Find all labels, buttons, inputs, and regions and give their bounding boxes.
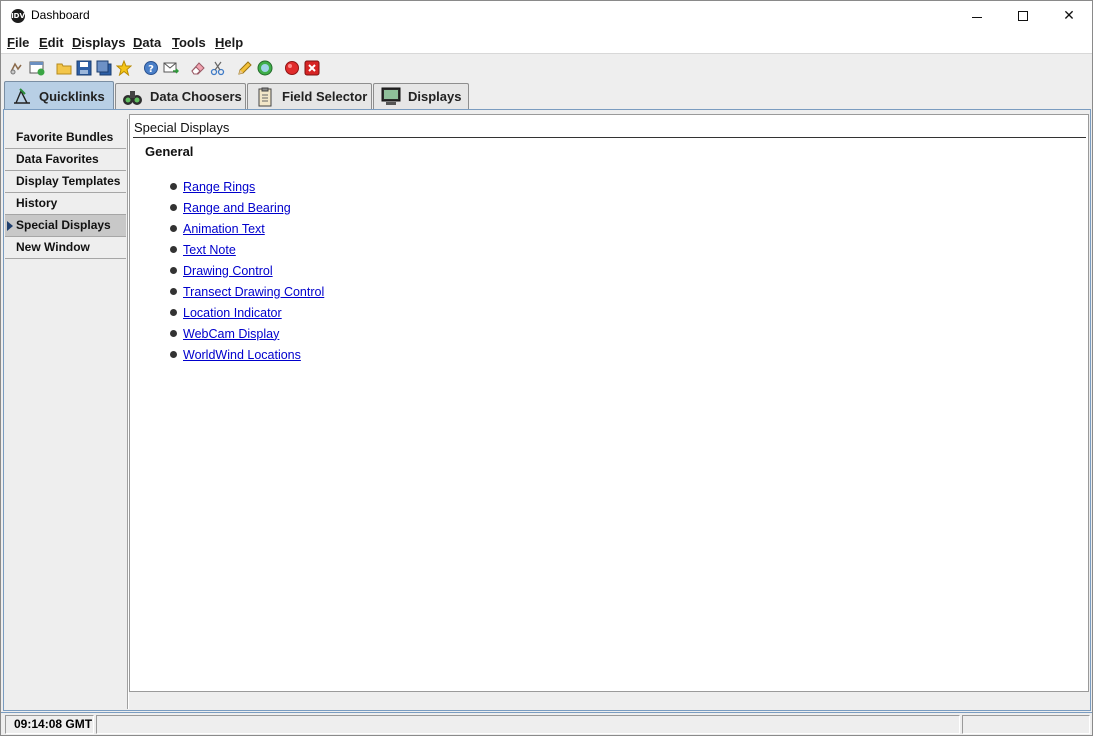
close-icon: ✕ <box>1063 8 1075 24</box>
link-transect-drawing-control[interactable]: Transect Drawing Control <box>183 285 324 299</box>
stop-icon[interactable] <box>304 60 320 76</box>
list-item: Drawing Control <box>170 260 324 281</box>
bullet-icon <box>170 309 177 316</box>
app-logo-icon: IDV <box>11 9 25 23</box>
menu-file[interactable]: File <box>7 35 29 50</box>
favorite-star-icon[interactable] <box>116 60 132 76</box>
menu-edit[interactable]: Edit <box>39 35 64 50</box>
globe-refresh-icon[interactable] <box>257 60 273 76</box>
pencil-icon[interactable] <box>237 60 253 76</box>
list-item: Range and Bearing <box>170 197 324 218</box>
application-window: IDV Dashboard ✕ File Edit Displays Data … <box>0 0 1093 736</box>
list-item: Transect Drawing Control <box>170 281 324 302</box>
sidebar-item-new-window[interactable]: New Window <box>5 237 126 259</box>
link-worldwind-locations[interactable]: WorldWind Locations <box>183 348 301 362</box>
bullet-icon <box>170 267 177 274</box>
clipboard-icon <box>254 87 276 107</box>
new-display-icon[interactable] <box>9 60 25 76</box>
open-folder-icon[interactable] <box>56 60 72 76</box>
maximize-icon <box>1018 11 1028 21</box>
bullet-icon <box>170 288 177 295</box>
link-range-and-bearing[interactable]: Range and Bearing <box>183 201 291 215</box>
record-icon[interactable] <box>284 60 300 76</box>
list-item: Range Rings <box>170 176 324 197</box>
sidebar-item-special-displays[interactable]: Special Displays <box>5 215 126 237</box>
link-range-rings[interactable]: Range Rings <box>183 180 255 194</box>
link-text-note[interactable]: Text Note <box>183 243 236 257</box>
add-window-icon[interactable] <box>29 60 45 76</box>
binoculars-icon <box>122 87 144 107</box>
menu-bar: File Edit Displays Data Tools Help <box>1 31 1092 54</box>
minimize-button[interactable] <box>954 1 1000 31</box>
window-title: Dashboard <box>31 8 90 22</box>
tab-label: Displays <box>408 89 462 104</box>
bullet-icon <box>170 225 177 232</box>
toolbar: ? <box>1 54 1092 81</box>
cut-icon[interactable] <box>210 60 226 76</box>
link-webcam-display[interactable]: WebCam Display <box>183 327 279 341</box>
quicklinks-icon <box>11 86 33 106</box>
list-item: Location Indicator <box>170 302 324 323</box>
tab-field-selector[interactable]: Field Selector <box>247 83 372 109</box>
tab-displays[interactable]: Displays <box>373 83 469 109</box>
send-mail-icon[interactable] <box>163 60 179 76</box>
tab-quicklinks[interactable]: Quicklinks <box>4 81 114 110</box>
menu-tools[interactable]: Tools <box>172 35 206 50</box>
save-as-icon[interactable] <box>96 60 112 76</box>
sidebar-item-data-favorites[interactable]: Data Favorites <box>5 149 126 171</box>
menu-help[interactable]: Help <box>215 35 243 50</box>
bullet-icon <box>170 204 177 211</box>
page-title: Special Displays <box>134 120 230 135</box>
link-animation-text[interactable]: Animation Text <box>183 222 265 236</box>
status-bar: 09:14:08 GMT <box>1 712 1092 735</box>
tab-bar: Quicklinks Data Choosers Field Selector … <box>1 81 1092 110</box>
maximize-button[interactable] <box>1000 1 1046 31</box>
list-item: WebCam Display <box>170 323 324 344</box>
monitor-icon <box>380 87 402 107</box>
list-item: WorldWind Locations <box>170 344 324 365</box>
bullet-icon <box>170 246 177 253</box>
link-drawing-control[interactable]: Drawing Control <box>183 264 273 278</box>
content-pane: Special Displays General Range Rings Ran… <box>129 114 1089 692</box>
close-button[interactable]: ✕ <box>1046 1 1092 31</box>
quicklinks-sidebar: Favorite Bundles Data Favorites Display … <box>5 122 128 708</box>
sidebar-item-display-templates[interactable]: Display Templates <box>5 171 126 193</box>
svg-text:?: ? <box>148 64 154 75</box>
bullet-icon <box>170 351 177 358</box>
eraser-icon[interactable] <box>190 60 206 76</box>
status-extra <box>962 715 1090 734</box>
tab-label: Field Selector <box>282 89 368 104</box>
sidebar-item-favorite-bundles[interactable]: Favorite Bundles <box>5 127 126 149</box>
list-item: Text Note <box>170 239 324 260</box>
special-displays-list: Range Rings Range and Bearing Animation … <box>170 176 324 365</box>
tab-label: Quicklinks <box>39 88 105 104</box>
link-location-indicator[interactable]: Location Indicator <box>183 306 282 320</box>
title-divider <box>133 137 1086 138</box>
menu-data[interactable]: Data <box>133 35 161 50</box>
selected-arrow-icon <box>7 221 13 231</box>
sidebar-item-history[interactable]: History <box>5 193 126 215</box>
list-item: Animation Text <box>170 218 324 239</box>
help-icon[interactable]: ? <box>143 60 159 76</box>
bullet-icon <box>170 330 177 337</box>
save-icon[interactable] <box>76 60 92 76</box>
menu-displays[interactable]: Displays <box>72 35 125 50</box>
tab-data-choosers[interactable]: Data Choosers <box>115 83 246 109</box>
quicklinks-panel: Favorite Bundles Data Favorites Display … <box>3 109 1091 711</box>
section-heading: General <box>145 144 194 159</box>
bullet-icon <box>170 183 177 190</box>
minimize-icon <box>972 16 982 18</box>
status-time: 09:14:08 GMT <box>5 715 94 734</box>
status-message <box>96 715 960 734</box>
tab-label: Data Choosers <box>150 89 242 104</box>
title-bar[interactable]: IDV Dashboard ✕ <box>1 1 1092 31</box>
